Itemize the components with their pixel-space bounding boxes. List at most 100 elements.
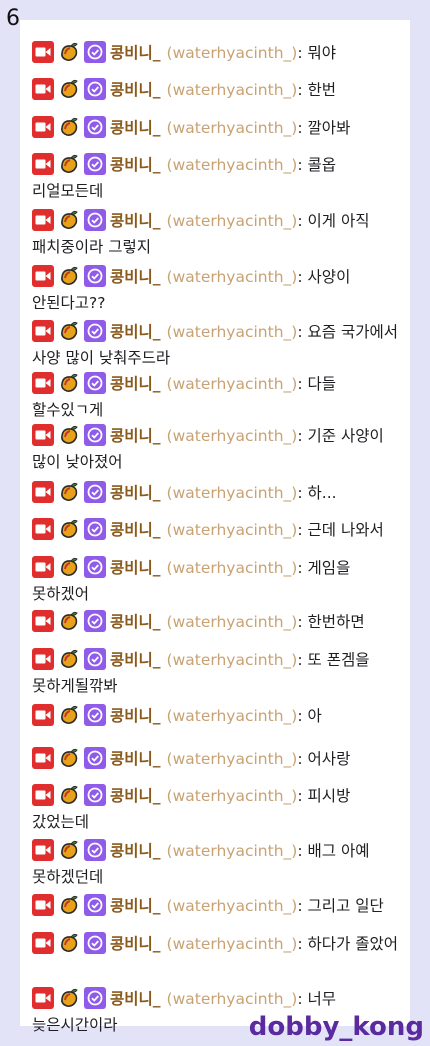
mango-fruit-icon[interactable] [58,894,80,916]
chat-display-name[interactable]: 콩비니_ [110,750,161,768]
chat-display-name[interactable]: 콩비니_ [110,559,161,577]
verified-check-icon[interactable] [84,153,106,175]
broadcaster-camera-icon[interactable] [32,265,54,287]
chat-display-name[interactable]: 콩비니_ [110,323,161,341]
chat-display-name[interactable]: 콩비니_ [110,212,161,230]
chat-display-name[interactable]: 콩비니_ [110,990,161,1008]
chat-login-name[interactable]: (waterhyacinth_) [167,559,298,577]
broadcaster-camera-icon[interactable] [32,481,54,503]
broadcaster-camera-icon[interactable] [32,116,54,138]
chat-display-name[interactable]: 콩비니_ [110,81,161,99]
chat-login-name[interactable]: (waterhyacinth_) [167,44,298,62]
broadcaster-camera-icon[interactable] [32,153,54,175]
verified-check-icon[interactable] [84,372,106,394]
mango-fruit-icon[interactable] [58,41,80,63]
broadcaster-camera-icon[interactable] [32,372,54,394]
verified-check-icon[interactable] [84,894,106,916]
mango-fruit-icon[interactable] [58,78,80,100]
chat-login-name[interactable]: (waterhyacinth_) [167,81,298,99]
broadcaster-camera-icon[interactable] [32,648,54,670]
verified-check-icon[interactable] [84,265,106,287]
mango-fruit-icon[interactable] [58,704,80,726]
verified-check-icon[interactable] [84,932,106,954]
mango-fruit-icon[interactable] [58,424,80,446]
chat-display-name[interactable]: 콩비니_ [110,613,161,631]
mango-fruit-icon[interactable] [58,153,80,175]
chat-login-name[interactable]: (waterhyacinth_) [167,268,298,286]
chat-login-name[interactable]: (waterhyacinth_) [167,156,298,174]
verified-check-icon[interactable] [84,41,106,63]
chat-login-name[interactable]: (waterhyacinth_) [167,521,298,539]
chat-login-name[interactable]: (waterhyacinth_) [167,613,298,631]
chat-display-name[interactable]: 콩비니_ [110,427,161,445]
broadcaster-camera-icon[interactable] [32,320,54,342]
chat-display-name[interactable]: 콩비니_ [110,787,161,805]
chat-display-name[interactable]: 콩비니_ [110,935,161,953]
chat-login-name[interactable]: (waterhyacinth_) [167,897,298,915]
chat-display-name[interactable]: 콩비니_ [110,119,161,137]
chat-login-name[interactable]: (waterhyacinth_) [167,427,298,445]
chat-login-name[interactable]: (waterhyacinth_) [167,119,298,137]
verified-check-icon[interactable] [84,839,106,861]
chat-login-name[interactable]: (waterhyacinth_) [167,750,298,768]
chat-login-name[interactable]: (waterhyacinth_) [167,935,298,953]
verified-check-icon[interactable] [84,424,106,446]
chat-login-name[interactable]: (waterhyacinth_) [167,375,298,393]
broadcaster-camera-icon[interactable] [32,209,54,231]
verified-check-icon[interactable] [84,784,106,806]
verified-check-icon[interactable] [84,648,106,670]
broadcaster-camera-icon[interactable] [32,78,54,100]
verified-check-icon[interactable] [84,116,106,138]
chat-display-name[interactable]: 콩비니_ [110,651,161,669]
verified-check-icon[interactable] [84,481,106,503]
broadcaster-camera-icon[interactable] [32,610,54,632]
chat-display-name[interactable]: 콩비니_ [110,156,161,174]
broadcaster-camera-icon[interactable] [32,932,54,954]
verified-check-icon[interactable] [84,987,106,1009]
chat-display-name[interactable]: 콩비니_ [110,842,161,860]
verified-check-icon[interactable] [84,747,106,769]
broadcaster-camera-icon[interactable] [32,704,54,726]
broadcaster-camera-icon[interactable] [32,839,54,861]
verified-check-icon[interactable] [84,209,106,231]
chat-display-name[interactable]: 콩비니_ [110,897,161,915]
broadcaster-camera-icon[interactable] [32,41,54,63]
verified-check-icon[interactable] [84,320,106,342]
chat-login-name[interactable]: (waterhyacinth_) [167,787,298,805]
chat-login-name[interactable]: (waterhyacinth_) [167,484,298,502]
mango-fruit-icon[interactable] [58,372,80,394]
verified-check-icon[interactable] [84,518,106,540]
mango-fruit-icon[interactable] [58,610,80,632]
mango-fruit-icon[interactable] [58,747,80,769]
mango-fruit-icon[interactable] [58,556,80,578]
chat-login-name[interactable]: (waterhyacinth_) [167,842,298,860]
broadcaster-camera-icon[interactable] [32,784,54,806]
broadcaster-camera-icon[interactable] [32,556,54,578]
mango-fruit-icon[interactable] [58,648,80,670]
mango-fruit-icon[interactable] [58,116,80,138]
chat-display-name[interactable]: 콩비니_ [110,268,161,286]
chat-display-name[interactable]: 콩비니_ [110,44,161,62]
chat-display-name[interactable]: 콩비니_ [110,707,161,725]
mango-fruit-icon[interactable] [58,784,80,806]
chat-login-name[interactable]: (waterhyacinth_) [167,707,298,725]
mango-fruit-icon[interactable] [58,209,80,231]
broadcaster-camera-icon[interactable] [32,987,54,1009]
chat-login-name[interactable]: (waterhyacinth_) [167,990,298,1008]
mango-fruit-icon[interactable] [58,320,80,342]
mango-fruit-icon[interactable] [58,987,80,1009]
chat-display-name[interactable]: 콩비니_ [110,521,161,539]
chat-login-name[interactable]: (waterhyacinth_) [167,651,298,669]
mango-fruit-icon[interactable] [58,932,80,954]
mango-fruit-icon[interactable] [58,518,80,540]
broadcaster-camera-icon[interactable] [32,424,54,446]
chat-display-name[interactable]: 콩비니_ [110,375,161,393]
chat-display-name[interactable]: 콩비니_ [110,484,161,502]
mango-fruit-icon[interactable] [58,481,80,503]
verified-check-icon[interactable] [84,704,106,726]
chat-login-name[interactable]: (waterhyacinth_) [167,323,298,341]
mango-fruit-icon[interactable] [58,839,80,861]
verified-check-icon[interactable] [84,78,106,100]
broadcaster-camera-icon[interactable] [32,747,54,769]
broadcaster-camera-icon[interactable] [32,894,54,916]
